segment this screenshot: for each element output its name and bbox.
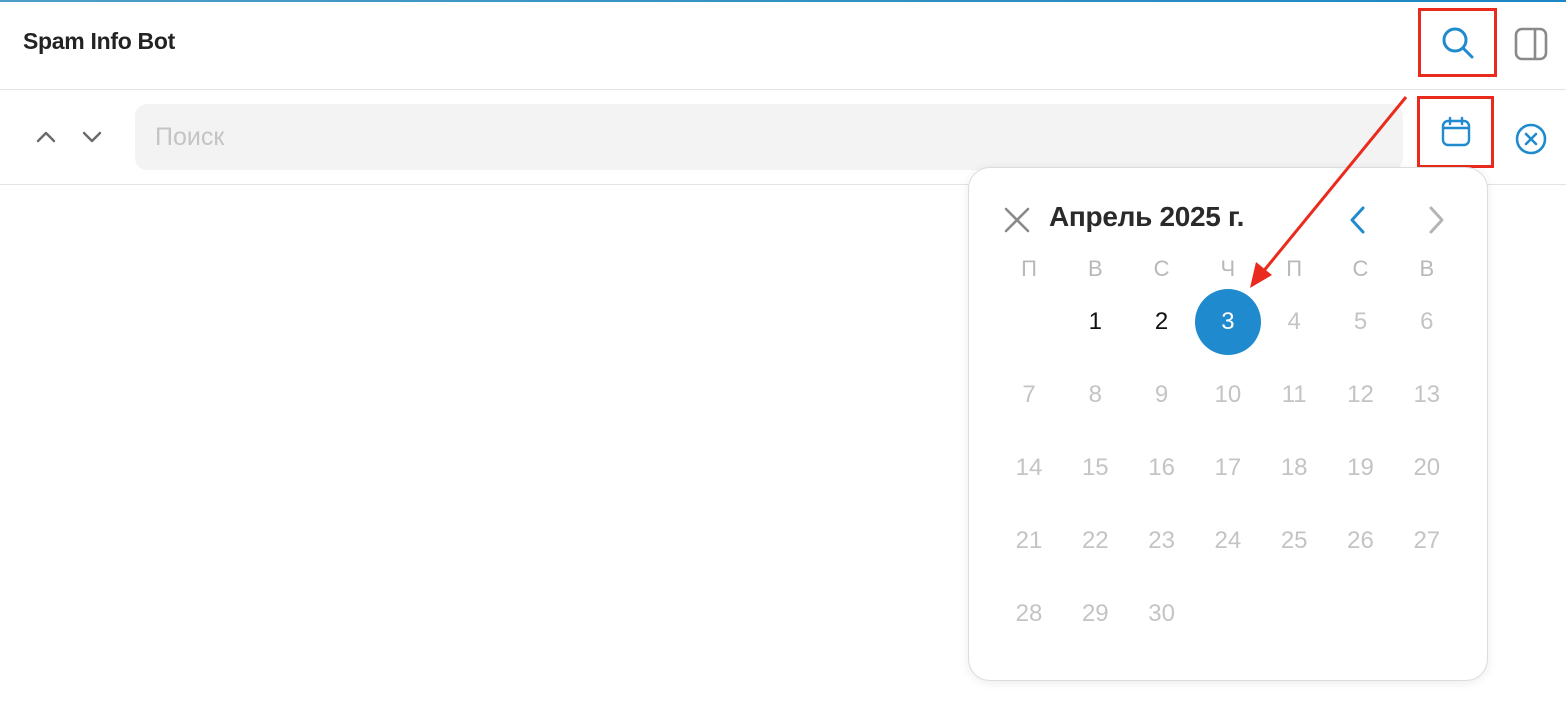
previous-result-button[interactable] bbox=[31, 122, 61, 152]
chevron-up-icon bbox=[36, 131, 56, 143]
weekday-label: В bbox=[1419, 256, 1435, 281]
day-cell: 28 bbox=[1015, 600, 1043, 627]
clear-search-button[interactable] bbox=[1511, 119, 1551, 159]
search-input[interactable] bbox=[135, 104, 1403, 170]
day-cell: 17 bbox=[1214, 454, 1242, 481]
month-title: Апрель 2025 г. bbox=[1049, 201, 1245, 232]
search-icon bbox=[1442, 27, 1473, 58]
chevron-down-icon bbox=[82, 131, 102, 143]
app-header: Spam Info Bot bbox=[0, 2, 1566, 90]
day-cell: 6 bbox=[1420, 308, 1434, 335]
day-cell: 30 bbox=[1148, 600, 1175, 627]
day-cell: 11 bbox=[1281, 381, 1307, 408]
previous-month-button[interactable] bbox=[1338, 200, 1378, 240]
day-cell-selected[interactable]: 3 bbox=[1194, 289, 1261, 355]
next-month-button[interactable] bbox=[1416, 200, 1456, 240]
close-circle-icon bbox=[1515, 123, 1547, 155]
day-cell: 22 bbox=[1081, 527, 1109, 554]
day-cell: 7 bbox=[1022, 381, 1036, 408]
day-cell: 21 bbox=[1015, 527, 1043, 554]
day-cell[interactable]: 2 bbox=[1129, 289, 1195, 355]
weekday-label: С bbox=[1153, 256, 1170, 281]
day-cell: 12 bbox=[1347, 381, 1374, 408]
day-cell: 25 bbox=[1280, 527, 1308, 554]
toggle-sidebar-button[interactable] bbox=[1510, 24, 1552, 64]
day-cell: 15 bbox=[1081, 454, 1109, 481]
close-icon bbox=[1004, 207, 1030, 233]
day-cell: 18 bbox=[1280, 454, 1308, 481]
chevron-left-icon bbox=[1350, 206, 1365, 234]
day-cell[interactable]: 1 bbox=[1062, 289, 1128, 355]
day-cell: 29 bbox=[1081, 600, 1109, 627]
sidebar-panel-icon bbox=[1514, 27, 1548, 61]
day-cell: 24 bbox=[1214, 527, 1242, 554]
weekday-label: П bbox=[1286, 256, 1303, 281]
day-cell: 14 bbox=[1015, 454, 1043, 481]
next-result-button[interactable] bbox=[77, 122, 107, 152]
day-cell: 20 bbox=[1413, 454, 1441, 481]
weekday-header-row: ПВСЧПСВ bbox=[996, 256, 1460, 286]
search-button[interactable] bbox=[1418, 8, 1497, 77]
day-cell: 10 bbox=[1214, 381, 1242, 408]
day-cell: 9 bbox=[1154, 381, 1169, 408]
day-cell: 13 bbox=[1413, 381, 1441, 408]
day-cell: 19 bbox=[1347, 454, 1374, 481]
weekday-label: П bbox=[1021, 256, 1037, 281]
calendar-icon bbox=[1441, 116, 1470, 147]
weekday-label: В bbox=[1087, 256, 1103, 281]
day-cell: 4 bbox=[1287, 308, 1301, 335]
day-cell: 27 bbox=[1413, 527, 1441, 554]
calendar-button[interactable] bbox=[1417, 96, 1494, 168]
date-picker: Апрель 2025 г. ПВСЧПСВ 1 2 3 4 5 6 7 8 9 10 11 12 13… bbox=[968, 167, 1488, 681]
day-cell: 5 bbox=[1353, 308, 1368, 335]
weekday-label: С bbox=[1352, 256, 1369, 281]
day-cell: 23 bbox=[1148, 527, 1175, 554]
weekday-label: Ч bbox=[1220, 256, 1236, 281]
close-datepicker-button[interactable] bbox=[997, 200, 1037, 240]
day-cell: 16 bbox=[1148, 454, 1175, 481]
day-cell: 26 bbox=[1347, 527, 1374, 554]
chevron-right-icon bbox=[1429, 206, 1444, 234]
day-cell: 8 bbox=[1088, 381, 1102, 408]
chat-title: Spam Info Bot bbox=[23, 28, 175, 54]
day-grid: 1 2 3 4 5 6 7 8 9 10 11 12 13 14 15 16 17 18 19 20 21 22 23 24 2… bbox=[996, 289, 1460, 654]
